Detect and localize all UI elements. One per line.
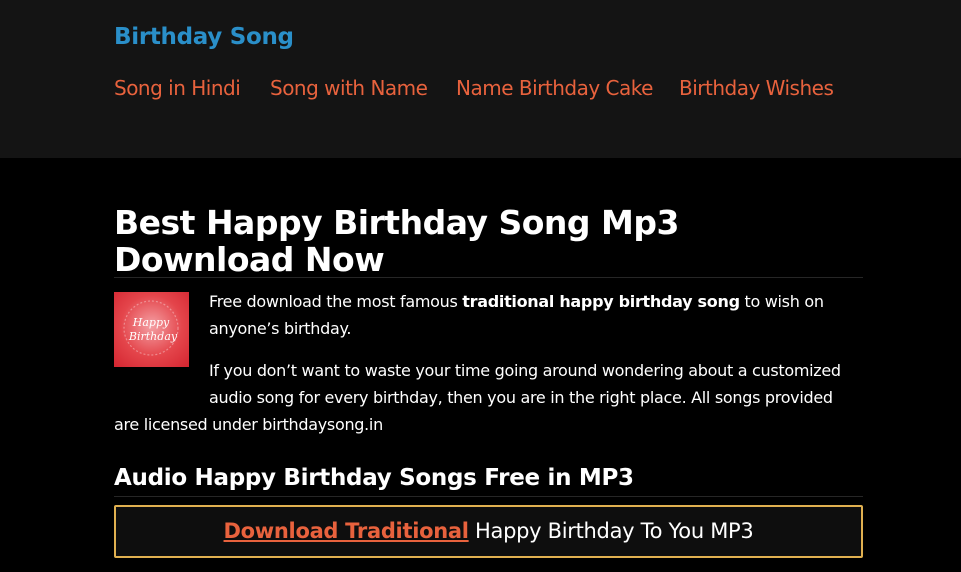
download-box: Download Traditional Happy Birthday To Y… <box>114 505 863 558</box>
happy-birthday-thumbnail: Happy Birthday <box>114 292 189 367</box>
page-title: Best Happy Birthday Song Mp3 Download No… <box>114 203 679 279</box>
body-line: If you don’t want to waste your time goi… <box>209 361 841 380</box>
intro-paragraph: Free download the most famous traditiona… <box>209 288 863 342</box>
site-title-link[interactable]: Birthday Song <box>114 24 294 50</box>
thumbnail-text-birthday: Birthday <box>128 330 178 343</box>
body-line: audio song for every birthday, then you … <box>209 388 833 407</box>
title-divider <box>114 277 863 278</box>
section-heading: Audio Happy Birthday Songs Free in MP3 <box>114 465 634 491</box>
nav-item-song-with-name[interactable]: Song with Name <box>270 76 428 100</box>
intro-text-before: Free download the most famous <box>209 292 463 311</box>
section-divider <box>114 496 863 497</box>
nav-item-birthday-wishes[interactable]: Birthday Wishes <box>679 76 834 100</box>
thumbnail-text-happy: Happy <box>132 316 170 329</box>
download-description: Happy Birthday To You MP3 <box>468 519 754 543</box>
nav-item-song-in-hindi[interactable]: Song in Hindi <box>114 76 241 100</box>
site-header: Birthday Song Song in Hindi Song with Na… <box>0 0 961 158</box>
nav-item-name-birthday-cake[interactable]: Name Birthday Cake <box>456 76 653 100</box>
download-traditional-link[interactable]: Download Traditional <box>224 519 469 543</box>
intro-text-bold: traditional happy birthday song <box>462 292 740 311</box>
body-line: are licensed under birthdaysong.in <box>114 415 383 434</box>
body-paragraph: If you don’t want to waste your time goi… <box>114 357 863 438</box>
